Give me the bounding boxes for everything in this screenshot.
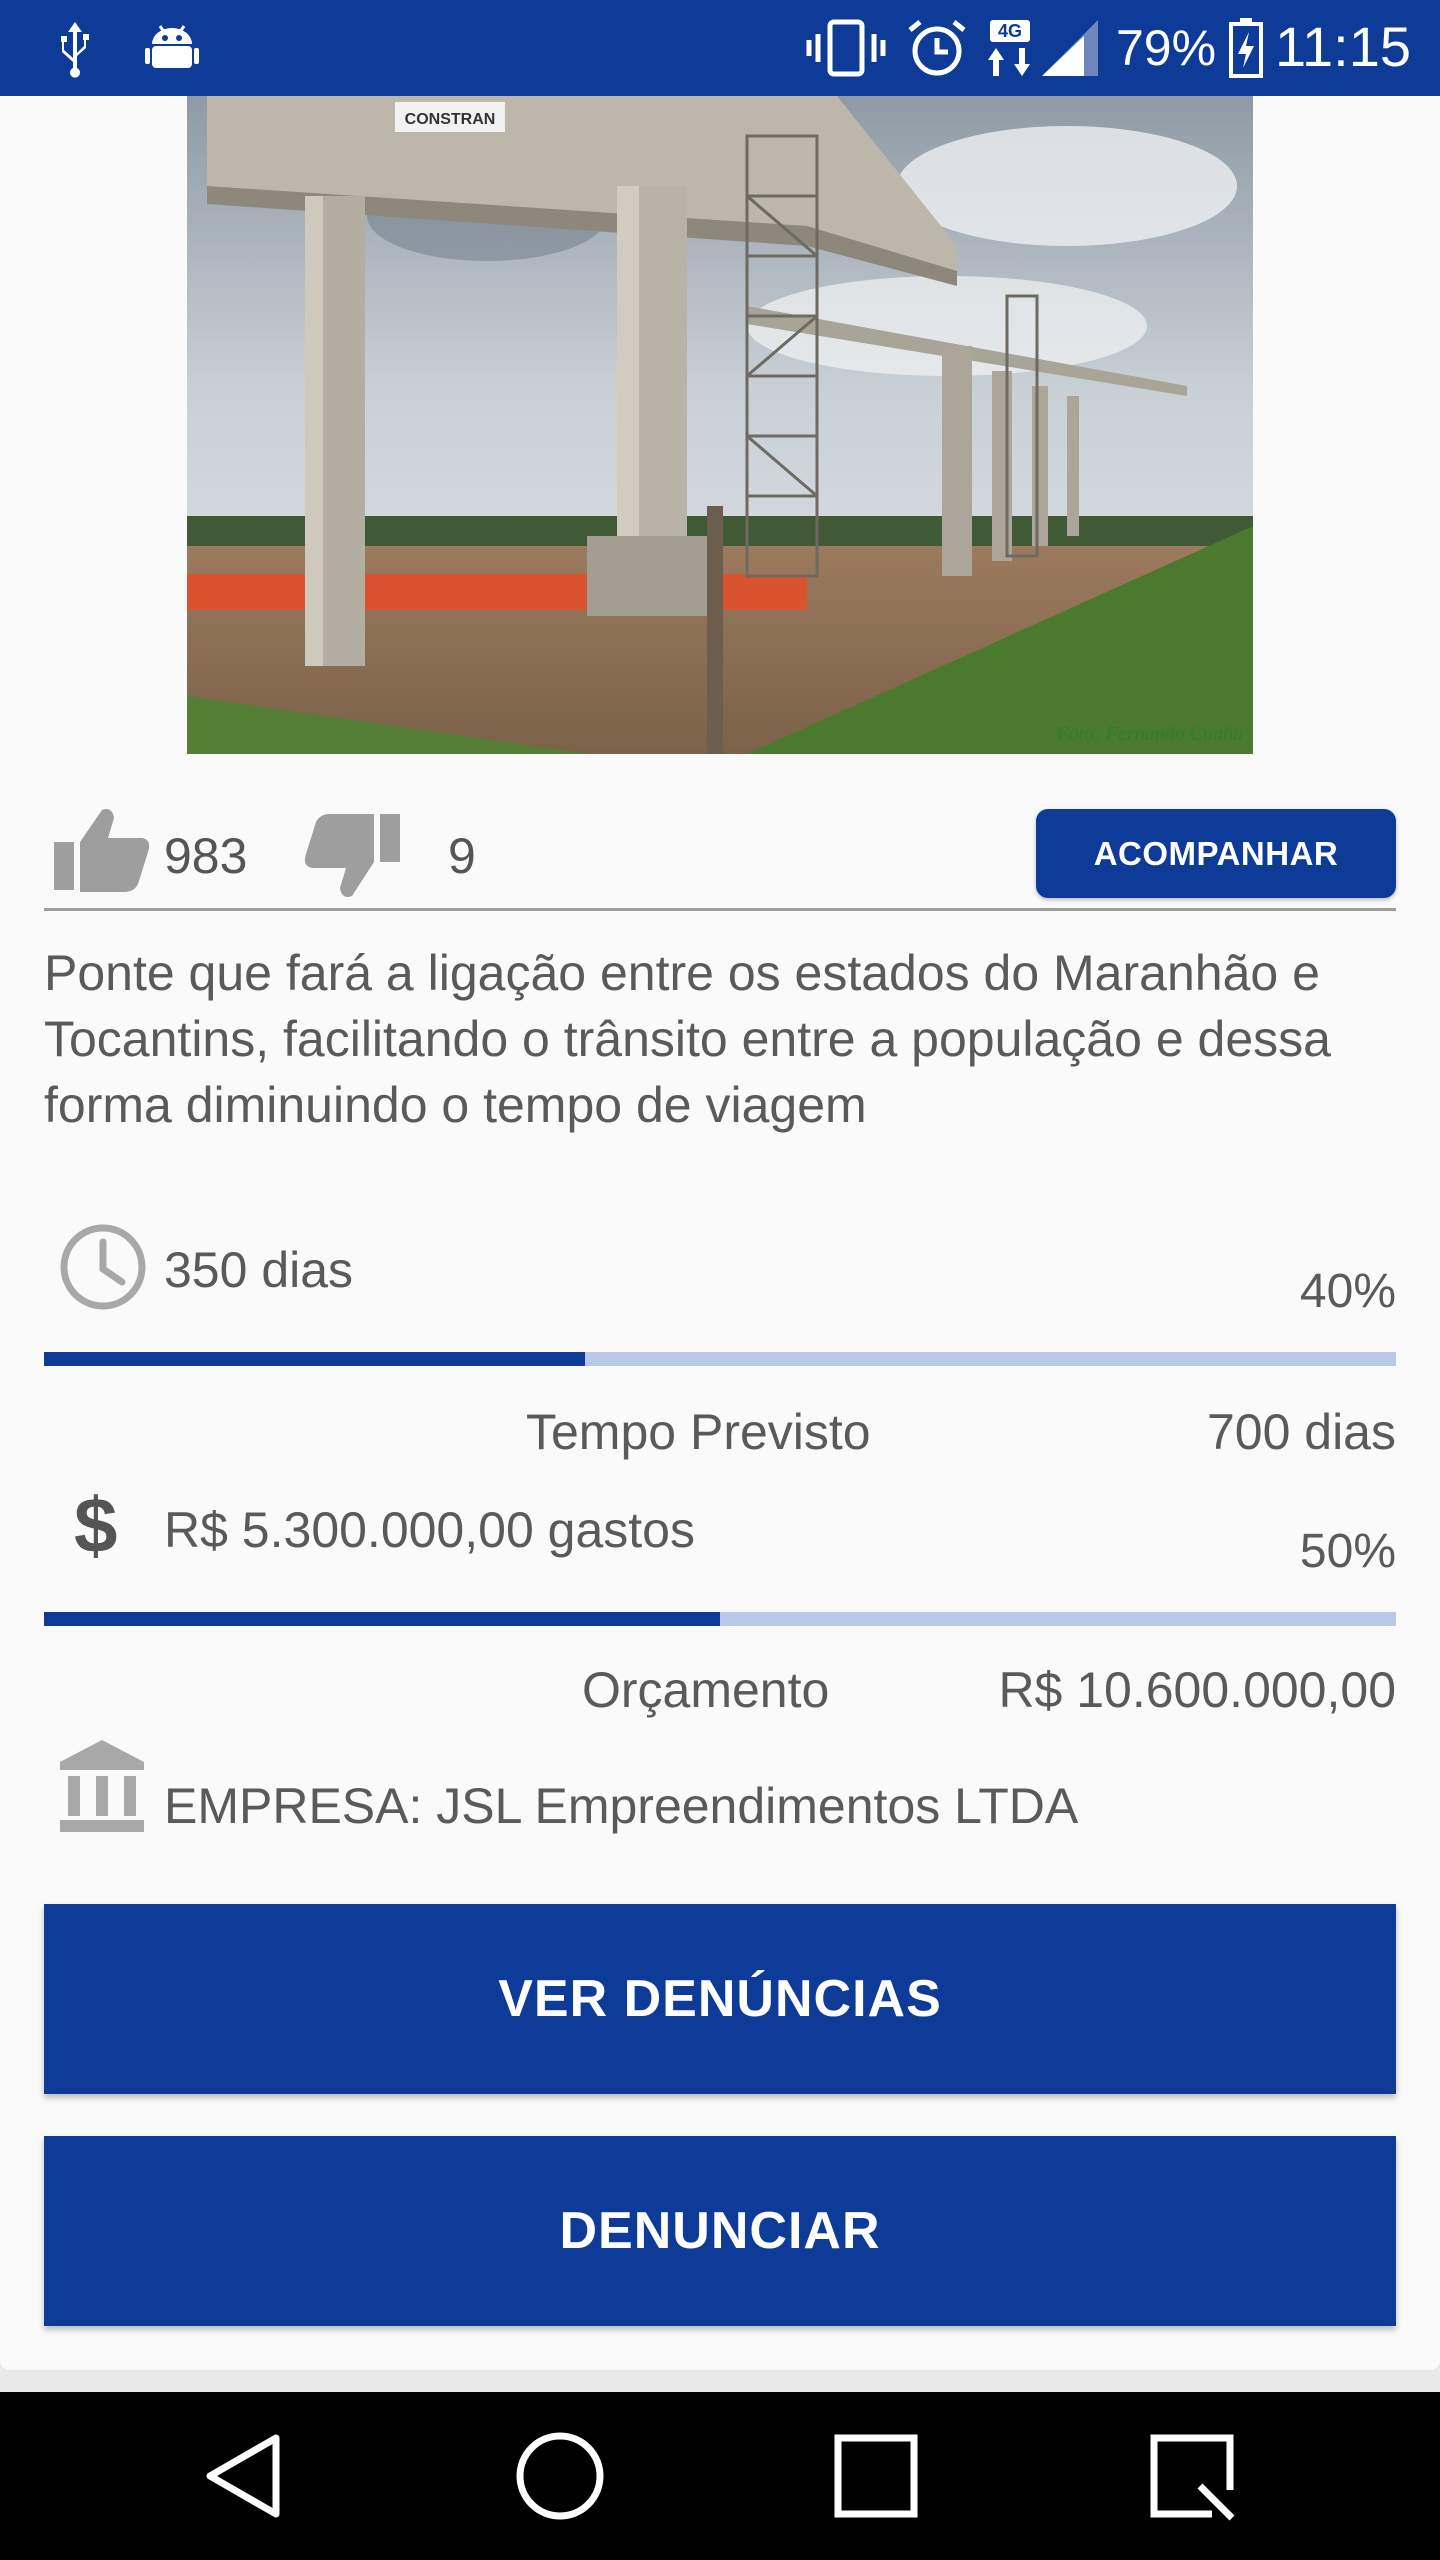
report-button[interactable]: DENUNCIAR <box>44 2136 1396 2326</box>
budget-progress-bar <box>44 1612 1396 1626</box>
planned-time-label: Tempo Previsto <box>526 1404 871 1460</box>
budget-progress-fill <box>44 1612 720 1626</box>
bank-building-icon <box>60 1740 144 1832</box>
likes-count: 983 <box>164 828 248 884</box>
time-progress-fill <box>44 1352 585 1366</box>
photo-credit: Foto: Fernando Cunha <box>1056 723 1243 745</box>
company-name: EMPRESA: JSL Empreendimentos LTDA <box>164 1778 1079 1834</box>
bridge-construction-image: CONSTRAN <box>187 96 1253 754</box>
thumbs-down-icon <box>304 814 400 897</box>
recent-apps-icon[interactable] <box>826 2426 926 2526</box>
vibrate-icon <box>806 19 886 77</box>
like-button[interactable] <box>50 804 160 894</box>
network-type-label: 4G <box>998 21 1022 41</box>
elapsed-days: 350 dias <box>164 1242 354 1298</box>
dislikes-count: 9 <box>448 828 476 884</box>
time-progress-bar <box>44 1352 1396 1366</box>
photo-sign-text: CONSTRAN <box>405 111 496 128</box>
usb-icon <box>61 22 89 78</box>
dislike-button[interactable] <box>300 812 410 902</box>
dollar-icon: $ <box>74 1481 118 1569</box>
project-description: Ponte que fará a ligação entre os estado… <box>44 945 1331 1133</box>
back-icon[interactable] <box>196 2426 296 2526</box>
budget-label: Orçamento <box>582 1662 830 1718</box>
screenshot-capture-icon[interactable] <box>1142 2426 1242 2526</box>
navigation-bar <box>0 2392 1440 2560</box>
android-debug-icon <box>145 25 199 68</box>
clock-icon <box>60 1224 146 1310</box>
data-4g-icon: 4G <box>988 20 1030 76</box>
divider <box>44 908 1396 911</box>
time-progress-percent: 40% <box>1299 1265 1396 1318</box>
status-bar: 4G 79% 11:15 <box>0 0 1440 96</box>
project-photo[interactable]: CONSTRAN Foto: Fernando Cunha <box>187 96 1253 754</box>
thumbs-up-icon <box>54 809 150 892</box>
budget-progress-percent: 50% <box>1299 1525 1396 1578</box>
home-icon[interactable] <box>510 2426 610 2526</box>
planned-time-value: 700 dias <box>1206 1404 1396 1460</box>
follow-button[interactable]: ACOMPANHAR <box>1036 809 1396 898</box>
alarm-icon <box>908 20 966 76</box>
spent-amount: R$ 5.300.000,00 gastos <box>164 1502 695 1558</box>
signal-icon <box>1042 20 1098 76</box>
battery-percent: 79% <box>1116 20 1217 76</box>
clock: 11:15 <box>1275 15 1411 78</box>
budget-value: R$ 10.600.000,00 <box>998 1662 1396 1718</box>
view-reports-button[interactable]: VER DENÚNCIAS <box>44 1904 1396 2094</box>
battery-charging-icon <box>1229 18 1263 78</box>
